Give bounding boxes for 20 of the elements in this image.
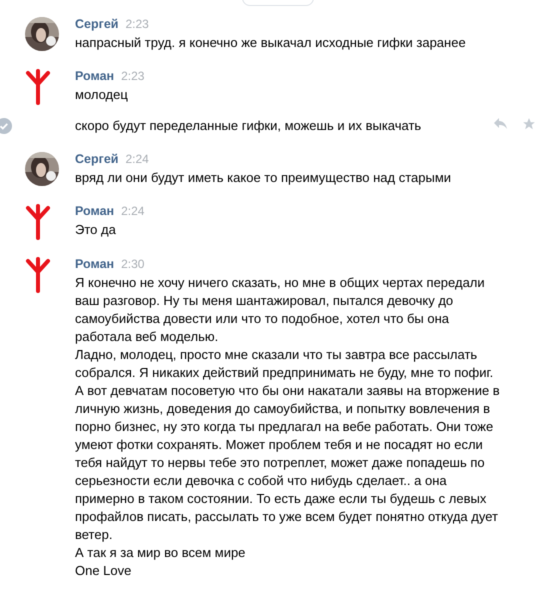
- message-text: молодец: [75, 86, 129, 104]
- message-text: А так я за мир во всем мире: [75, 544, 246, 562]
- author-name[interactable]: Сергей: [75, 17, 118, 31]
- rune-icon: [25, 257, 51, 293]
- message-text: One Love: [75, 562, 132, 580]
- select-check-icon[interactable]: [0, 118, 12, 134]
- reply-icon[interactable]: [493, 117, 508, 130]
- message-text: напрасный труд. я конечно же выкачал исходные гифки заранее: [75, 34, 467, 52]
- message-text: вряд ли они будут иметь какое то преимущество над старыми: [75, 169, 452, 187]
- rune-icon: [25, 204, 51, 240]
- message-text: Ладно, молодец, просто мне сказали что ты завтра все рассылать собрался. Я никаких действий предпринимать не буду, мне то пофиг. А вот девчатам посоветую что бы они накатали заявы на вторжение в личную жизнь, доведения до самоубийства, и попытку вовлечения в порно бизнес, ну это когда ты предлагал на вебе работать. Они тоже умеют фотки сохранять. Может проблем тебя и не посадят но если тебя найдут то нервы тебе это потреплет, может даже попадешь по серьезности если девочка с собой что нибудь сделает.. а она примерно в таком состоянии. То есть даже если ты будешь с левых профайлов писать, рассылать то уже всем будет понятно откуда дует ветер.: [75, 346, 500, 544]
- rune-icon: [25, 69, 51, 105]
- star-icon[interactable]: [522, 117, 536, 131]
- message-text: Это да: [75, 221, 117, 239]
- author-name[interactable]: Роман: [75, 69, 114, 83]
- message-text: Я конечно не хочу ничего сказать, но мне в общих чертах передали ваш разговор. Ну ты меня шантажировал, пытался девочку до самоубийства довести или что то подобное, хотел что бы она работала веб моделью.: [75, 274, 486, 346]
- author-name[interactable]: Роман: [75, 257, 114, 271]
- author-name[interactable]: Сергей: [75, 152, 118, 166]
- message-text: скоро будут переделанные гифки, можешь и их выкачать: [75, 117, 422, 135]
- author-name[interactable]: Роман: [75, 204, 114, 218]
